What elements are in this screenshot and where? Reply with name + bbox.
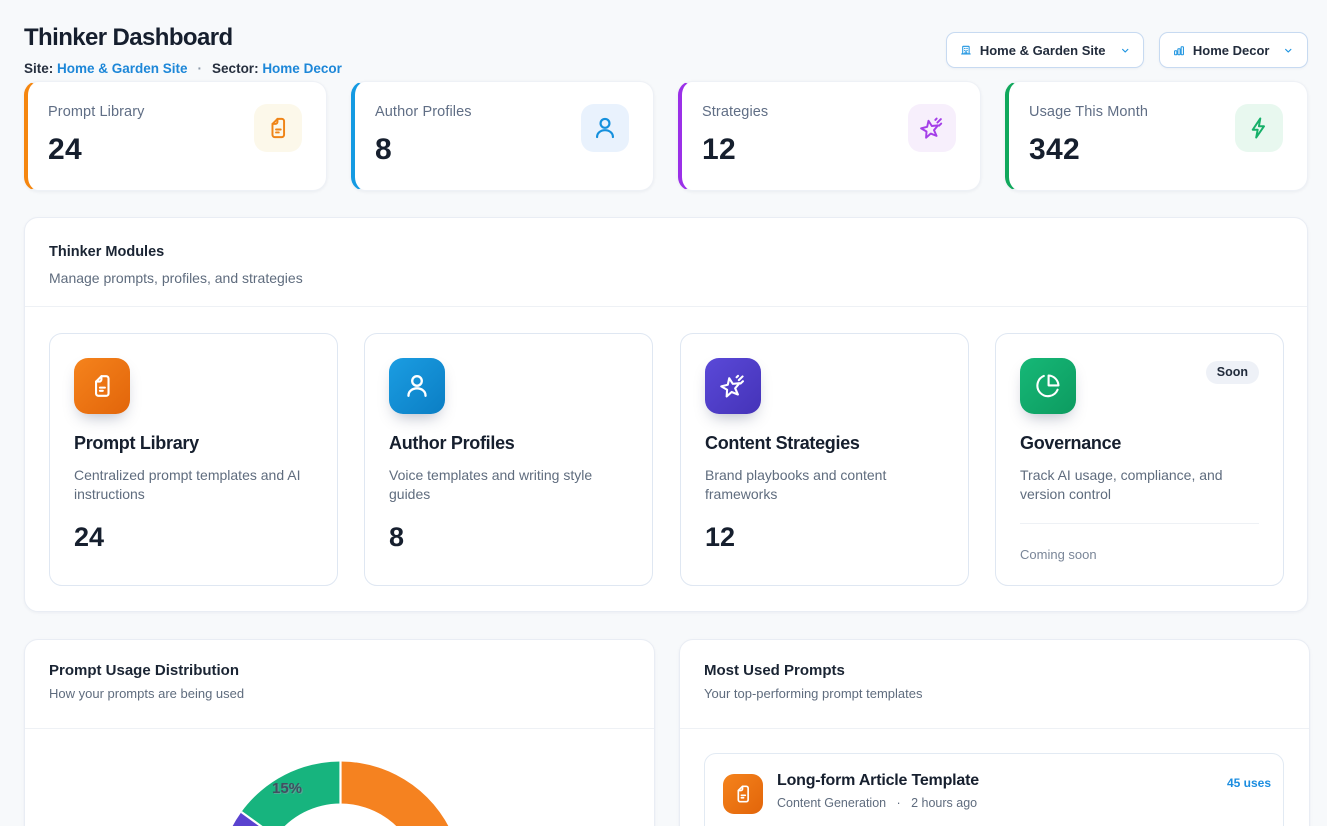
svg-text:15%: 15% bbox=[272, 780, 302, 797]
